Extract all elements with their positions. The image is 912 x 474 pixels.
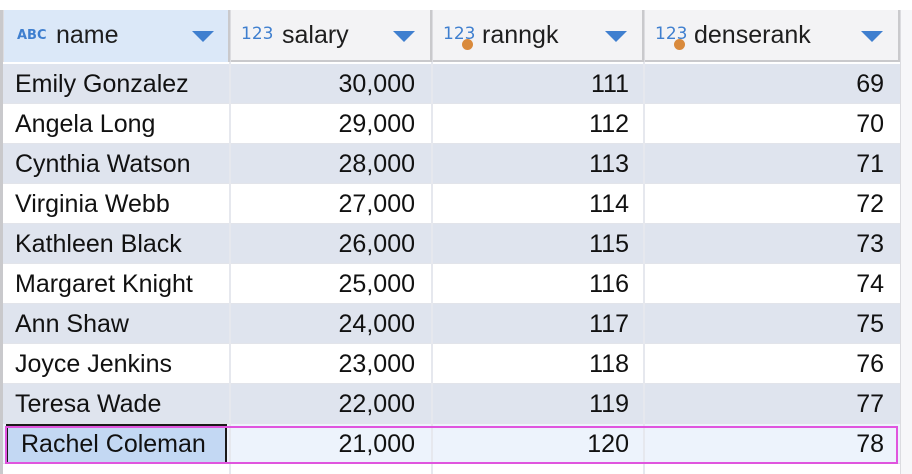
cell-salary[interactable]: 30,000 (229, 64, 432, 104)
cell-denserank[interactable]: 76 (644, 344, 900, 384)
table-row[interactable]: Cynthia Watson 28,000 113 71 (0, 144, 912, 184)
table-row[interactable]: Emily Gonzalez 30,000 111 69 (0, 64, 912, 104)
column-header-salary[interactable]: 123 salary (230, 10, 432, 62)
column-menu-arrow-icon[interactable] (393, 31, 415, 42)
cell-ranngk[interactable]: 117 (432, 304, 644, 344)
cell-name-focused[interactable]: Rachel Coleman (6, 424, 227, 464)
cell-salary[interactable]: 28,000 (229, 144, 432, 184)
column-divider (643, 62, 645, 474)
column-menu-arrow-icon[interactable] (861, 31, 883, 42)
cell-ranngk[interactable]: 119 (432, 384, 644, 424)
cell-denserank[interactable]: 73 (644, 224, 900, 264)
cell-ranngk[interactable]: 120 (432, 424, 644, 464)
table-row-selected[interactable]: Rachel Coleman 21,000 120 78 (0, 424, 912, 464)
number-type-icon: 123 (241, 24, 274, 44)
table-row[interactable]: Margaret Knight 25,000 116 74 (0, 264, 912, 304)
cell-salary[interactable]: 29,000 (229, 104, 432, 144)
cell-denserank[interactable]: 77 (644, 384, 900, 424)
grid-left-border (0, 10, 3, 474)
table-row[interactable]: Teresa Wade 22,000 119 77 (0, 384, 912, 424)
table-row[interactable]: Joyce Jenkins 23,000 118 76 (0, 344, 912, 384)
column-header-label: name (56, 21, 119, 49)
cell-name[interactable]: Angela Long (0, 104, 229, 144)
table-row[interactable]: Angela Long 29,000 112 70 (0, 104, 912, 144)
cell-ranngk[interactable]: 113 (432, 144, 644, 184)
cell-name[interactable]: Emily Gonzalez (0, 64, 229, 104)
table-row[interactable]: Virginia Webb 27,000 114 72 (0, 184, 912, 224)
cell-ranngk[interactable]: 115 (432, 224, 644, 264)
cell-name[interactable]: Virginia Webb (0, 184, 229, 224)
column-header-denserank[interactable]: 123 denserank (644, 10, 900, 62)
cell-ranngk[interactable]: 112 (432, 104, 644, 144)
column-header-label: salary (282, 21, 349, 49)
cell-salary[interactable]: 22,000 (229, 384, 432, 424)
cell-ranngk[interactable]: 118 (432, 344, 644, 384)
cell-salary[interactable]: 26,000 (229, 224, 432, 264)
column-menu-arrow-icon[interactable] (192, 31, 214, 42)
cell-name[interactable]: Margaret Knight (0, 264, 229, 304)
cell-name[interactable]: Teresa Wade (0, 384, 229, 424)
cell-salary[interactable]: 24,000 (229, 304, 432, 344)
cell-salary[interactable]: 23,000 (229, 344, 432, 384)
text-type-icon: ABC (17, 28, 47, 43)
cell-denserank[interactable]: 75 (644, 304, 900, 344)
cell-denserank[interactable]: 72 (644, 184, 900, 224)
cell-denserank[interactable]: 69 (644, 64, 900, 104)
cell-denserank[interactable]: 78 (644, 424, 900, 464)
column-menu-arrow-icon[interactable] (605, 31, 627, 42)
cell-ranngk[interactable]: 111 (432, 64, 644, 104)
column-header-ranngk[interactable]: 123 ranngk (432, 10, 644, 62)
cell-name[interactable]: Joyce Jenkins (0, 344, 229, 384)
table-row[interactable]: Ann Shaw 24,000 117 75 (0, 304, 912, 344)
result-grid: ABC name 123 salary 123 ranngk 123 dense… (0, 0, 912, 474)
cell-denserank[interactable]: 74 (644, 264, 900, 304)
vertical-scrollbar[interactable] (900, 10, 912, 474)
cell-salary[interactable]: 27,000 (229, 184, 432, 224)
cell-denserank[interactable]: 70 (644, 104, 900, 144)
grid-top-strip (0, 0, 912, 10)
column-divider (431, 62, 433, 474)
table-row[interactable]: Kathleen Black 26,000 115 73 (0, 224, 912, 264)
cell-ranngk[interactable]: 114 (432, 184, 644, 224)
column-header-label: ranngk (482, 21, 559, 49)
cell-salary[interactable]: 25,000 (229, 264, 432, 304)
column-header-name[interactable]: ABC name (3, 10, 230, 62)
column-divider (229, 62, 231, 474)
cell-name[interactable]: Ann Shaw (0, 304, 229, 344)
column-header-label: denserank (694, 21, 811, 49)
cell-name[interactable]: Kathleen Black (0, 224, 229, 264)
cell-salary[interactable]: 21,000 (229, 424, 432, 464)
cell-name[interactable]: Cynthia Watson (0, 144, 229, 184)
key-column-icon (674, 39, 685, 50)
column-header-row: ABC name 123 salary 123 ranngk 123 dense… (0, 10, 912, 62)
key-column-icon (462, 39, 473, 50)
cell-ranngk[interactable]: 116 (432, 264, 644, 304)
cell-denserank[interactable]: 71 (644, 144, 900, 184)
